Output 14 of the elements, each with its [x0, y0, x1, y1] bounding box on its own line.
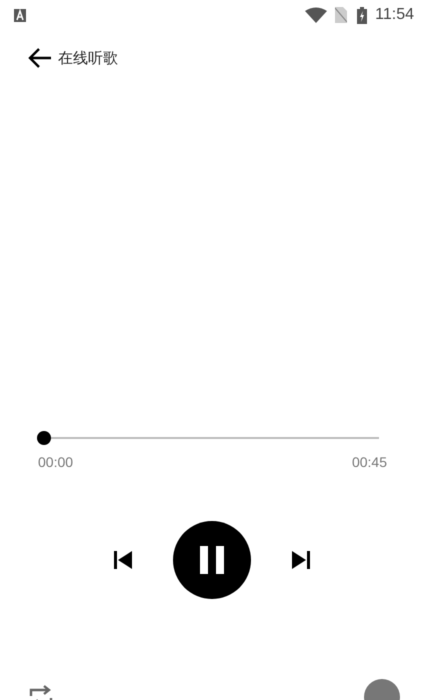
no-sim-icon — [335, 7, 348, 23]
clock: 11:54 — [375, 5, 414, 25]
wifi-icon — [305, 7, 328, 23]
battery-charging-icon — [357, 6, 368, 24]
pause-icon — [200, 546, 224, 574]
page-title: 在线听歌 — [58, 48, 118, 69]
seek-bar[interactable] — [37, 430, 379, 446]
seek-thumb[interactable] — [37, 431, 51, 445]
back-icon[interactable] — [28, 47, 52, 69]
notification-icon — [14, 8, 26, 22]
elapsed-time: 00:00 — [38, 453, 74, 472]
previous-icon[interactable] — [114, 551, 132, 569]
total-time: 00:45 — [352, 453, 387, 472]
next-icon[interactable] — [292, 551, 310, 569]
